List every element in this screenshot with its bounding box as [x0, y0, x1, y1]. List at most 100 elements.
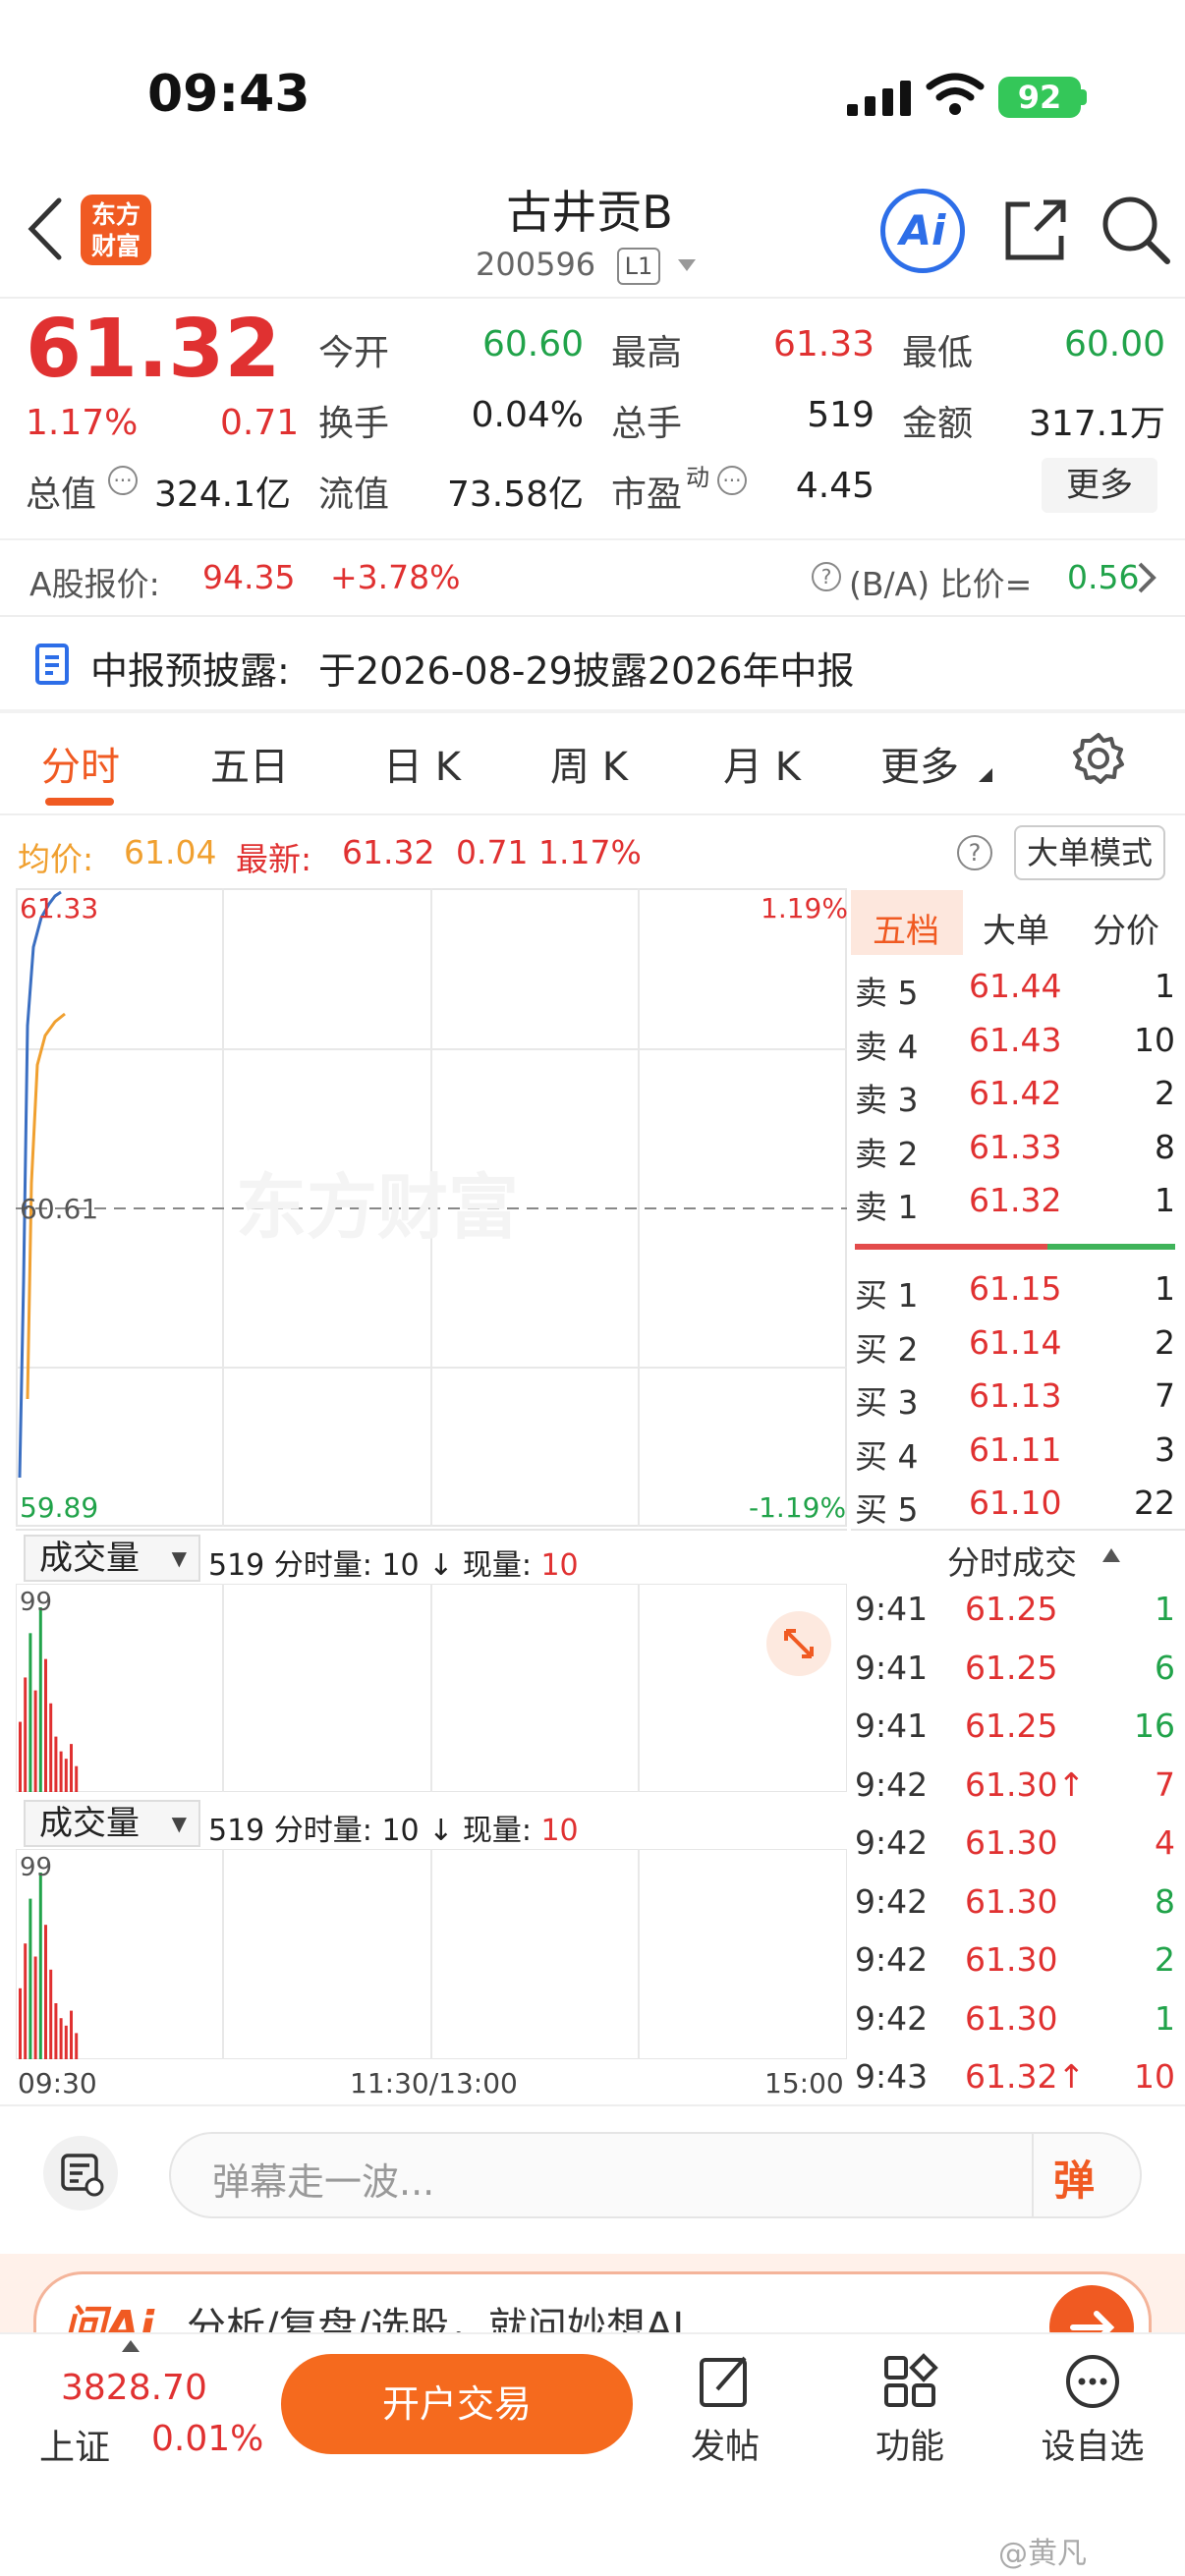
- ticks-title[interactable]: 分时成交: [947, 1537, 1077, 1584]
- notice-label: 中报预披露:: [90, 649, 290, 693]
- help-icon[interactable]: ?: [812, 562, 841, 591]
- open-account-trade-button[interactable]: 开户交易: [281, 2354, 633, 2454]
- ob-level: 买 5: [855, 1490, 919, 1529]
- bid-row[interactable]: 买 3 61.13 7: [855, 1376, 1175, 1426]
- tick-row: 9:42 61.30 4: [855, 1823, 1175, 1873]
- tick-time: 9:41: [855, 1648, 929, 1687]
- bid-row[interactable]: 买 5 61.10 22: [855, 1484, 1175, 1533]
- index-pct[interactable]: 0.01%: [151, 2419, 263, 2459]
- tick-row: 9:41 61.25 6: [855, 1649, 1175, 1698]
- bid-row[interactable]: 买 1 61.15 1: [855, 1269, 1175, 1318]
- volume-info: 519 分时量: 10 ↓ 现量: 10: [208, 1540, 579, 1584]
- volume-bar: [70, 2010, 73, 2059]
- index-value[interactable]: 3828.70: [61, 2368, 207, 2408]
- x-axis-mid: 11:30/13:00: [350, 2067, 518, 2100]
- ob-price: 61.15: [969, 1269, 1062, 1308]
- tick-qty: 1: [1155, 1998, 1175, 2038]
- info-dots-icon[interactable]: ···: [108, 466, 138, 495]
- ob-qty: 22: [1134, 1484, 1175, 1522]
- tab-five-day[interactable]: 五日: [210, 735, 289, 792]
- add-watchlist-icon[interactable]: [1063, 2352, 1122, 2411]
- volume-bar: [24, 1943, 28, 2059]
- tab-five-levels[interactable]: 五档: [873, 904, 939, 952]
- price-line: [18, 890, 62, 1479]
- volume-selector[interactable]: 成交量 ▼: [24, 1535, 200, 1582]
- volume-now-value-2: 10: [540, 1814, 579, 1848]
- x-axis-start: 09:30: [18, 2067, 97, 2100]
- ob-level: 卖 3: [855, 1081, 919, 1119]
- volume-selector-2[interactable]: 成交量 ▼: [24, 1800, 200, 1847]
- volume-bar: [24, 1677, 28, 1792]
- tab-daily-k[interactable]: 日 K: [383, 735, 461, 792]
- mktcap-label: 总值: [26, 475, 97, 515]
- tab-intraday[interactable]: 分时: [41, 735, 120, 792]
- tick-time: 9:42: [855, 1940, 929, 1979]
- ask-row[interactable]: 卖 4 61.43 10: [855, 1021, 1175, 1070]
- back-icon[interactable]: [24, 195, 67, 263]
- ask-row[interactable]: 卖 1 61.32 1: [855, 1181, 1175, 1230]
- tick-price: 61.25: [965, 1590, 1058, 1628]
- add-watchlist-label[interactable]: 设自选: [1024, 2419, 1161, 2469]
- ask-row[interactable]: 卖 3 61.42 2: [855, 1074, 1175, 1123]
- chevron-right-icon[interactable]: [1134, 560, 1159, 595]
- tick-time: 9:41: [855, 1590, 929, 1628]
- latest-value: 61.32: [342, 833, 435, 871]
- functions-label[interactable]: 功能: [841, 2419, 979, 2469]
- danmu-toggle-icon[interactable]: [43, 2136, 118, 2211]
- volume-bar: [33, 1956, 37, 2059]
- level-badge[interactable]: L1: [617, 248, 660, 285]
- volume-bar: [49, 1703, 53, 1792]
- chart-help-icon[interactable]: ?: [957, 835, 992, 870]
- bid-row[interactable]: 买 2 61.14 2: [855, 1323, 1175, 1372]
- volume-info-2: 519 分时量: 10 ↓ 现量: 10: [208, 1806, 579, 1849]
- volume-bar: [38, 1607, 42, 1792]
- volume-bar: [54, 1736, 58, 1792]
- bid-row[interactable]: 买 4 61.11 3: [855, 1430, 1175, 1480]
- index-up-icon: [122, 2340, 140, 2352]
- x-axis-end: 15:00: [764, 2067, 844, 2100]
- big-order-mode-button[interactable]: 大单模式: [1014, 825, 1165, 880]
- ob-level: 买 4: [855, 1436, 919, 1476]
- settings-gear-icon[interactable]: [1071, 731, 1126, 786]
- pe-info-icon[interactable]: ···: [717, 466, 747, 495]
- ob-qty: 3: [1155, 1429, 1175, 1469]
- tab-weekly-k[interactable]: 周 K: [550, 735, 628, 792]
- ob-qty: 1: [1155, 967, 1175, 1005]
- latest-pct: 1.17%: [538, 833, 642, 871]
- search-icon[interactable]: [1099, 193, 1173, 267]
- ai-assistant-button[interactable]: Ai: [880, 189, 965, 273]
- post-label[interactable]: 发帖: [656, 2419, 794, 2469]
- volume-bar: [75, 2033, 79, 2059]
- ask-row[interactable]: 卖 5 61.44 1: [855, 967, 1175, 1016]
- chart-bottom-divider: [0, 2104, 1185, 2106]
- danmu-send-button[interactable]: 弹: [1053, 2148, 1095, 2208]
- functions-grid-icon[interactable]: [880, 2352, 939, 2411]
- tick-price: 61.25: [965, 1707, 1058, 1745]
- ob-level: 卖 4: [855, 1027, 919, 1066]
- volume-bar: [59, 2018, 63, 2059]
- open-label: 今开: [318, 333, 390, 373]
- index-name[interactable]: 上证: [39, 2419, 110, 2470]
- status-time: 09:43: [147, 65, 310, 124]
- nav-divider: [0, 297, 1185, 299]
- tab-more[interactable]: 更多: [880, 735, 959, 792]
- more-quote-button[interactable]: 更多: [1042, 458, 1157, 513]
- ob-qty: 7: [1155, 1376, 1175, 1415]
- tick-row: 9:42 61.30 2: [855, 1940, 1175, 1989]
- volume-info-text-2: 519 分时量: 10 ↓ 现量:: [208, 1814, 541, 1848]
- tab-price-levels[interactable]: 分价: [1093, 904, 1159, 952]
- chart-bottom-price: 59.89: [20, 1491, 99, 1524]
- volume-max-1: 99: [20, 1588, 53, 1617]
- tab-big-orders[interactable]: 大单: [983, 904, 1049, 952]
- post-edit-icon[interactable]: [696, 2352, 755, 2411]
- share-icon[interactable]: [1000, 195, 1071, 265]
- tabs-divider: [0, 813, 1185, 815]
- notice-text[interactable]: 于2026-08-29披露2026年中报: [318, 641, 855, 695]
- chevron-down-icon[interactable]: [678, 259, 696, 271]
- ob-level: 卖 1: [855, 1188, 919, 1226]
- volume-bar: [33, 1690, 37, 1792]
- pe-superscript: 动: [686, 464, 709, 491]
- tab-monthly-k[interactable]: 月 K: [723, 735, 801, 792]
- expand-icon[interactable]: [766, 1611, 831, 1676]
- ask-row[interactable]: 卖 2 61.33 8: [855, 1128, 1175, 1177]
